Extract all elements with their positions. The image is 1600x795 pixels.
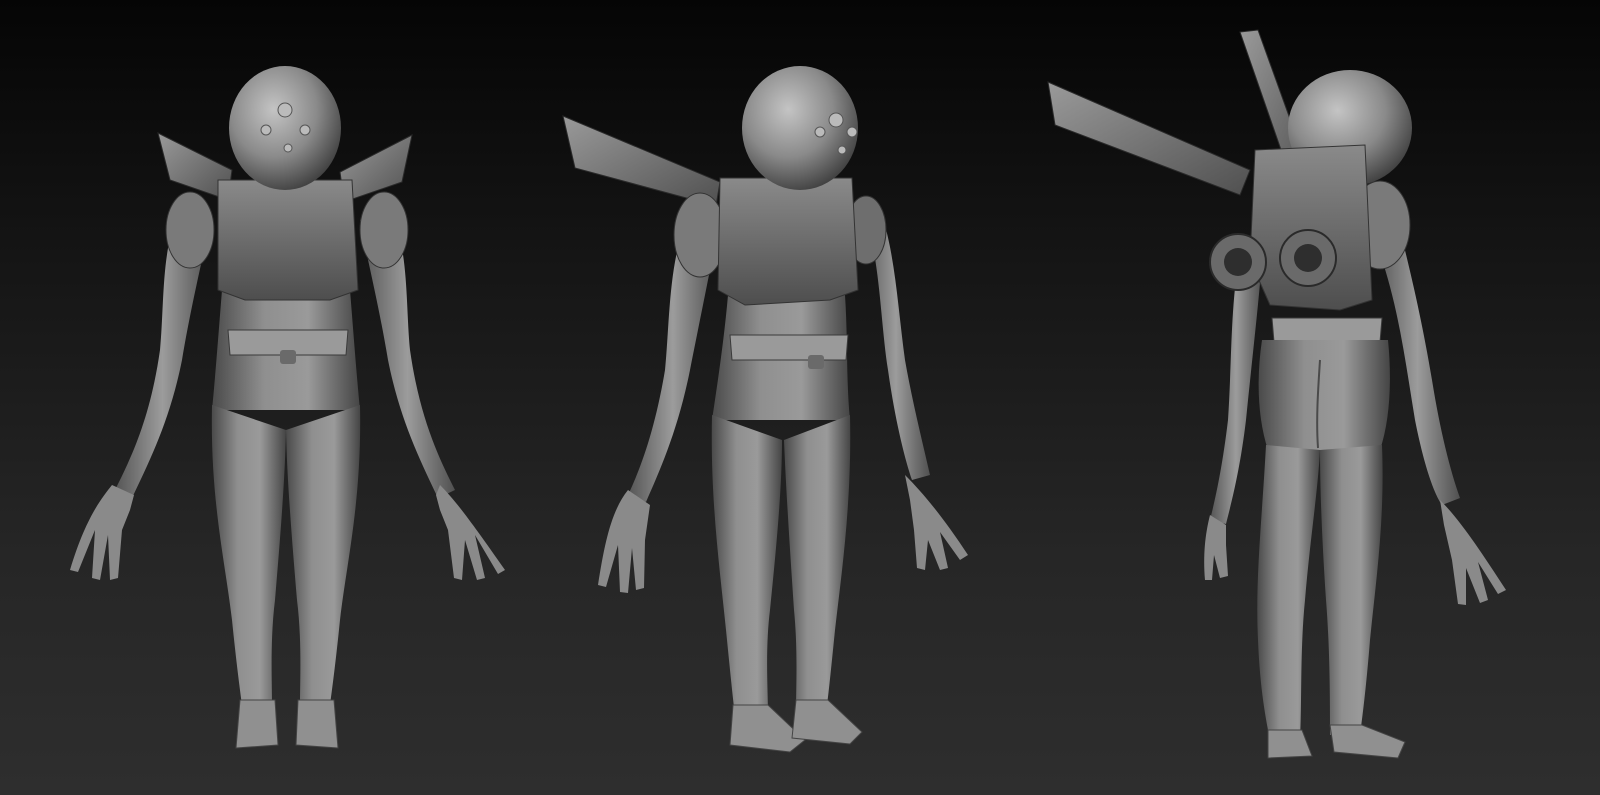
belt-buckle (280, 350, 296, 364)
hips (1258, 340, 1390, 450)
right-foot (791, 699, 863, 745)
left-arm (1210, 250, 1262, 524)
belt (1271, 317, 1383, 343)
helmet-stud (260, 124, 272, 136)
render-viewport (0, 0, 1600, 795)
right-hand (436, 485, 505, 580)
right-leg (286, 405, 361, 705)
back-view (1047, 29, 1506, 759)
helmet-stud (814, 126, 826, 138)
helmet-stud (299, 124, 311, 136)
belt (729, 334, 849, 361)
helmet-stud (283, 143, 293, 153)
right-leg (784, 415, 851, 712)
left-hand (70, 485, 134, 580)
left-wing (1047, 81, 1251, 196)
left-hand (598, 490, 650, 593)
helmet-stud (277, 102, 293, 118)
helmet-stud (837, 145, 847, 155)
left-foot (235, 699, 279, 749)
helmet-stud (846, 126, 858, 138)
right-thruster-nozzle (1294, 244, 1322, 272)
chest-armor (217, 179, 359, 301)
left-leg (1257, 445, 1320, 740)
right-leg (1320, 445, 1383, 735)
right-hand (1440, 500, 1506, 605)
right-foot (1329, 724, 1406, 759)
right-shoulder-pad (359, 191, 409, 269)
sculpt-render (70, 29, 1506, 759)
helmet (742, 66, 858, 190)
three-quarter-view (562, 66, 968, 753)
left-leg (211, 405, 286, 705)
left-foot (1267, 729, 1313, 759)
belt-buckle (808, 355, 824, 369)
right-foot (295, 699, 339, 749)
left-hand (1204, 515, 1228, 580)
left-shoulder-pad (165, 191, 215, 269)
helmet (229, 66, 341, 190)
back-wing (562, 115, 721, 207)
left-thruster-nozzle (1224, 248, 1252, 276)
front-view (70, 66, 505, 749)
chest-armor (717, 177, 859, 306)
right-hand (905, 475, 968, 570)
left-leg (711, 415, 782, 715)
helmet-stud (828, 112, 844, 128)
